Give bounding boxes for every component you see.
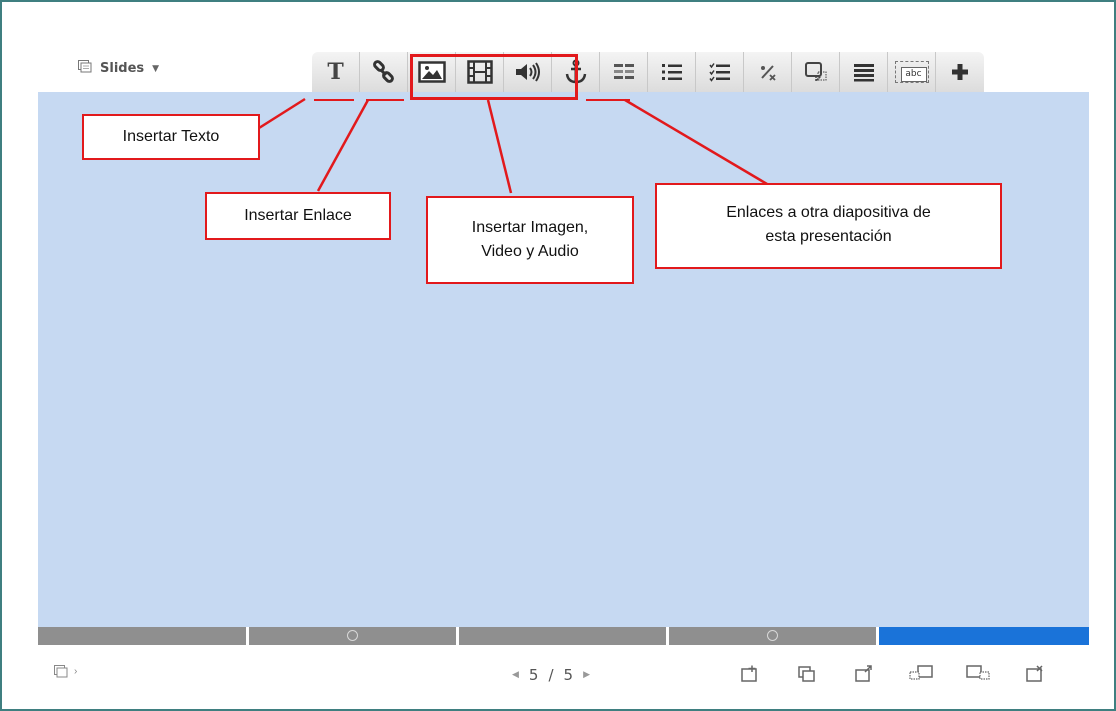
annotation-lines [258,97,768,194]
callout-insert-link: Insertar Enlace [205,192,391,240]
callout-insert-media: Insertar Imagen, Video y Audio [426,196,634,284]
callout-slide-links: Enlaces a otra diapositiva de esta prese… [655,183,1002,269]
callout-slide-links-line1: Enlaces a otra diapositiva de [726,204,931,221]
callout-insert-media-line1: Insertar Imagen, [471,219,589,236]
callout-insert-text-label: Insertar Texto [122,128,220,145]
insert-text-pointer [258,97,306,130]
slide-links-pointer [624,98,768,186]
callout-insert-media-line2: Video y Audio [481,243,579,260]
callout-slide-links-line2: esta presentación [765,228,892,245]
insert-link-pointer [316,99,370,192]
callout-insert-text: Insertar Texto [82,114,260,160]
callout-insert-link-label: Insertar Enlace [244,207,352,224]
insert-media-pointer [486,99,513,194]
